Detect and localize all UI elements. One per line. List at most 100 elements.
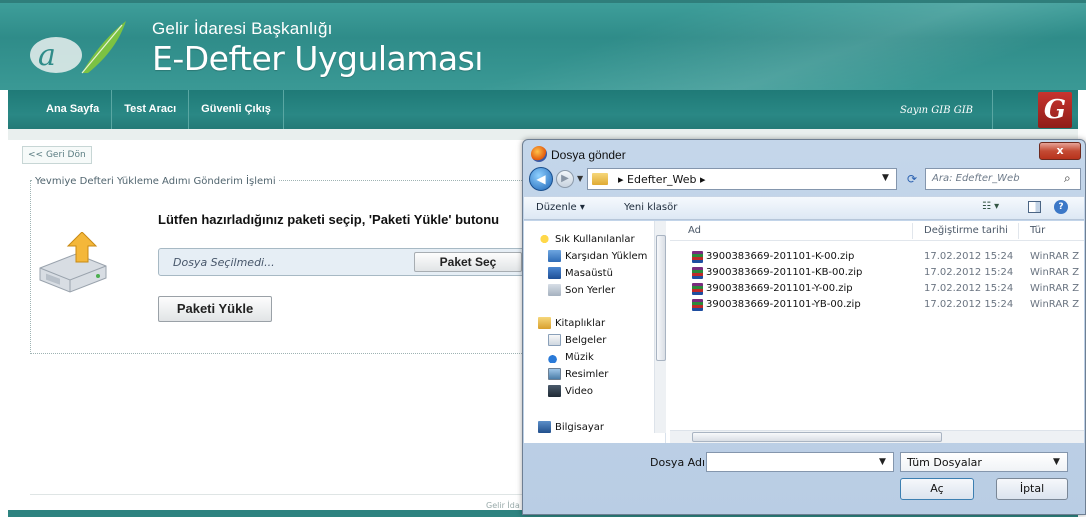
nav-divider bbox=[992, 90, 993, 129]
file-row[interactable]: 3900383669-201101-Y-00.zip 17.02.2012 15… bbox=[670, 281, 1084, 297]
filetype-select[interactable]: Tüm Dosyalar ▼ bbox=[900, 452, 1068, 472]
org-name: Gelir İdaresi Başkanlığı bbox=[152, 19, 333, 38]
winrar-archive-icon bbox=[692, 299, 703, 311]
file-open-dialog: Dosya gönder x ◀ ▶ ▼ ▸ Edefter_Web ▸ ▼ ⟳… bbox=[522, 139, 1086, 515]
tree-item-label: Son Yerler bbox=[565, 284, 616, 296]
tree-item-label: Resimler bbox=[565, 368, 609, 380]
header-decoration bbox=[440, 3, 1086, 93]
dialog-footer: Dosya Adı: ▼ Tüm Dosyalar ▼ Aç İptal bbox=[524, 444, 1084, 514]
help-icon[interactable]: ? bbox=[1054, 200, 1068, 214]
filename-label: Dosya Adı: bbox=[650, 456, 709, 469]
address-dropdown-icon[interactable]: ▼ bbox=[882, 173, 889, 183]
video-icon bbox=[548, 385, 561, 397]
winrar-archive-icon bbox=[692, 267, 703, 279]
back-arrow-icon[interactable]: ◀ bbox=[529, 167, 553, 191]
libraries-icon bbox=[538, 317, 551, 329]
back-link[interactable]: << Geri Dön bbox=[22, 146, 92, 164]
tree-item-music[interactable]: Müzik bbox=[548, 351, 594, 363]
file-date: 17.02.2012 15:24 bbox=[924, 283, 1014, 294]
footer-text: Gelir İda bbox=[486, 501, 520, 510]
open-button[interactable]: Aç bbox=[900, 478, 974, 500]
dialog-title: Dosya gönder bbox=[551, 148, 626, 162]
file-name: 3900383669-201101-Y-00.zip bbox=[706, 283, 853, 294]
nav-item-test-tool[interactable]: Test Aracı bbox=[112, 90, 190, 129]
tree-item-video[interactable]: Video bbox=[548, 385, 593, 397]
tree-item-pictures[interactable]: Resimler bbox=[548, 368, 608, 380]
hscroll-thumb[interactable] bbox=[692, 432, 942, 442]
winrar-archive-icon bbox=[692, 251, 703, 263]
app-window: a Gelir İdaresi Başkanlığı E-Defter Uygu… bbox=[0, 0, 1086, 517]
view-options-icon[interactable]: ☷ ▾ bbox=[982, 201, 999, 212]
nav-item-logout[interactable]: Güvenli Çıkış bbox=[189, 90, 284, 129]
search-icon[interactable]: ⌕ bbox=[1064, 171, 1071, 186]
file-row[interactable]: 3900383669-201101-K-00.zip 17.02.2012 15… bbox=[670, 249, 1084, 265]
folder-icon bbox=[592, 173, 608, 185]
gib-brand-logo-icon: 𝑮 bbox=[1038, 92, 1072, 128]
organize-button[interactable]: Düzenle ▾ bbox=[536, 202, 585, 213]
section-title: Yevmiye Defteri Yükleme Adımı Gönderim İ… bbox=[32, 176, 279, 187]
winrar-archive-icon bbox=[692, 283, 703, 295]
tree-item-favorites[interactable]: Sık Kullanılanlar bbox=[538, 233, 635, 245]
tree-item-label: Video bbox=[565, 385, 594, 397]
upload-package-button[interactable]: Paketi Yükle bbox=[158, 296, 272, 322]
tree-item-computer[interactable]: Bilgisayar bbox=[538, 421, 604, 433]
filetype-dropdown-icon[interactable]: ▼ bbox=[1053, 457, 1060, 467]
filename-dropdown-icon[interactable]: ▼ bbox=[879, 457, 886, 467]
dialog-toolbar: Düzenle ▾ Yeni klasör ☷ ▾ ? bbox=[524, 196, 1084, 220]
address-bar[interactable]: ▸ Edefter_Web ▸ ▼ bbox=[587, 168, 897, 190]
tree-item-label: Belgeler bbox=[565, 334, 607, 346]
desktop-icon bbox=[548, 267, 561, 279]
header-banner: a Gelir İdaresi Başkanlığı E-Defter Uygu… bbox=[0, 0, 1086, 93]
file-name: 3900383669-201101-K-00.zip bbox=[706, 251, 855, 262]
column-type[interactable]: Tür bbox=[1030, 225, 1045, 236]
filetype-value: Tüm Dosyalar bbox=[907, 456, 982, 469]
filename-input[interactable]: ▼ bbox=[706, 452, 894, 472]
forward-arrow-icon[interactable]: ▶ bbox=[556, 170, 574, 188]
file-name: 3900383669-201101-KB-00.zip bbox=[706, 267, 863, 278]
tree-item-downloads[interactable]: Karşıdan Yüklem bbox=[548, 250, 647, 262]
upload-drive-icon bbox=[39, 232, 107, 293]
svg-text:a: a bbox=[38, 38, 56, 73]
selected-file-display: Dosya Seçilmedi... Paket Seç bbox=[158, 248, 528, 276]
file-list-header: Ad Değiştirme tarihi Tür bbox=[670, 221, 1084, 241]
nav-item-home[interactable]: Ana Sayfa bbox=[8, 90, 113, 129]
app-title: E-Defter Uygulaması bbox=[152, 39, 483, 78]
tree-item-desktop[interactable]: Masaüstü bbox=[548, 267, 613, 279]
tree-item-recent[interactable]: Son Yerler bbox=[548, 284, 615, 296]
history-dropdown-icon[interactable]: ▼ bbox=[577, 174, 583, 183]
tree-item-libraries[interactable]: Kitaplıklar bbox=[538, 317, 605, 329]
address-row: ◀ ▶ ▼ ▸ Edefter_Web ▸ ▼ ⟳ Ara: Edefter_W… bbox=[529, 167, 1081, 191]
pictures-icon bbox=[548, 368, 561, 380]
close-button[interactable]: x bbox=[1039, 142, 1081, 160]
column-name[interactable]: Ad bbox=[688, 225, 701, 236]
file-type: WinRAR Z bbox=[1030, 299, 1080, 310]
tree-scrollbar[interactable] bbox=[654, 221, 666, 433]
file-row[interactable]: 3900383669-201101-YB-00.zip 17.02.2012 1… bbox=[670, 297, 1084, 313]
column-divider bbox=[1018, 223, 1019, 239]
column-divider bbox=[912, 223, 913, 239]
file-date: 17.02.2012 15:24 bbox=[924, 299, 1014, 310]
tree-item-label: Müzik bbox=[565, 351, 594, 363]
file-type: WinRAR Z bbox=[1030, 267, 1080, 278]
column-date[interactable]: Değiştirme tarihi bbox=[924, 225, 1008, 236]
main-navbar: Ana Sayfa Test Aracı Güvenli Çıkış Sayın… bbox=[8, 90, 1078, 140]
firefox-icon bbox=[531, 146, 547, 162]
new-folder-button[interactable]: Yeni klasör bbox=[624, 202, 677, 213]
refresh-icon[interactable]: ⟳ bbox=[901, 168, 923, 190]
computer-icon bbox=[538, 421, 551, 433]
file-list-hscrollbar[interactable] bbox=[670, 430, 1084, 443]
tree-item-documents[interactable]: Belgeler bbox=[548, 334, 606, 346]
file-name: 3900383669-201101-YB-00.zip bbox=[706, 299, 861, 310]
select-package-button[interactable]: Paket Seç bbox=[414, 252, 522, 272]
tree-item-label: Masaüstü bbox=[565, 267, 613, 279]
file-row[interactable]: 3900383669-201101-KB-00.zip 17.02.2012 1… bbox=[670, 265, 1084, 281]
tree-item-label: Kitaplıklar bbox=[555, 317, 606, 329]
search-input[interactable]: Ara: Edefter_Web ⌕ bbox=[925, 168, 1081, 190]
cancel-button[interactable]: İptal bbox=[996, 478, 1068, 500]
tree-item-label: Karşıdan Yüklem bbox=[565, 250, 648, 262]
file-date: 17.02.2012 15:24 bbox=[924, 251, 1014, 262]
preview-pane-icon[interactable] bbox=[1028, 201, 1041, 213]
instruction-text: Lütfen hazırladığınız paketi seçip, 'Pak… bbox=[158, 212, 500, 227]
tree-scroll-thumb[interactable] bbox=[656, 235, 666, 361]
recent-places-icon bbox=[548, 284, 561, 296]
